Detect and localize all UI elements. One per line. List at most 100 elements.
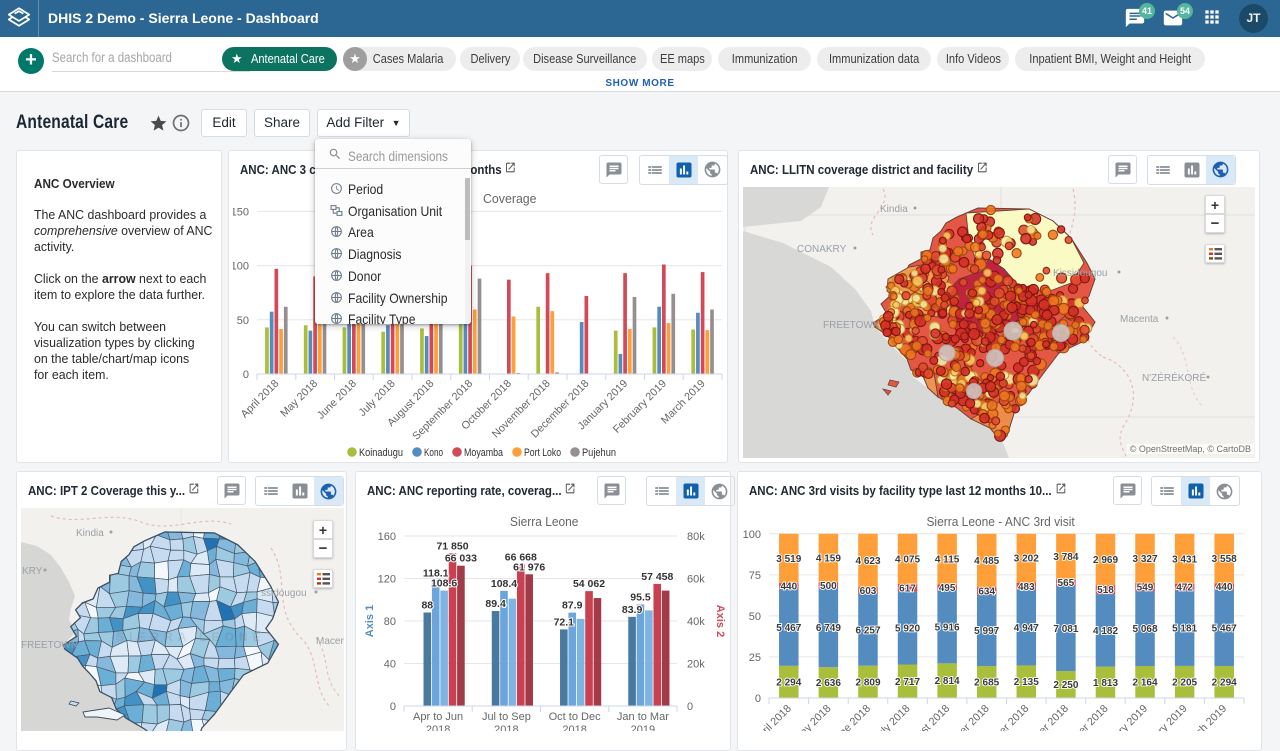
svg-text:March 2019: March 2019	[1181, 703, 1230, 731]
svg-text:July 2018: July 2018	[871, 703, 912, 731]
svg-text:5 467: 5 467	[1212, 623, 1237, 634]
svg-text:4 485: 4 485	[974, 556, 999, 567]
svg-text:72.1: 72.1	[554, 616, 575, 628]
svg-text:3 519: 3 519	[776, 554, 801, 565]
svg-text:7 081: 7 081	[1053, 624, 1078, 635]
svg-text:Apr to Jun: Apr to Jun	[413, 711, 463, 723]
svg-text:5 467: 5 467	[776, 623, 801, 634]
svg-text:FREETOWN: FREETOWN	[823, 320, 880, 331]
svg-text:89.4: 89.4	[485, 598, 506, 610]
svg-text:80: 80	[384, 616, 396, 628]
svg-text:July 2018: July 2018	[357, 377, 398, 418]
svg-text:634: 634	[978, 586, 995, 597]
svg-text:April 2018: April 2018	[751, 703, 794, 731]
svg-text:KRY: KRY	[22, 566, 43, 577]
svg-text:4 159: 4 159	[816, 554, 841, 565]
svg-text:0: 0	[755, 693, 761, 705]
svg-text:6 749: 6 749	[816, 623, 841, 634]
svg-text:80k: 80k	[687, 531, 705, 543]
svg-text:Kono: Kono	[424, 447, 443, 459]
svg-text:2 809: 2 809	[855, 677, 880, 688]
svg-text:Pujehun: Pujehun	[582, 447, 616, 459]
svg-text:57 458: 57 458	[641, 571, 673, 583]
svg-text:40k: 40k	[687, 616, 705, 628]
svg-text:50: 50	[749, 611, 761, 623]
svg-text:617: 617	[899, 583, 916, 594]
svg-text:Kindia: Kindia	[880, 204, 908, 215]
svg-text:Oct to Dec: Oct to Dec	[549, 711, 601, 723]
svg-text:472: 472	[1176, 583, 1193, 594]
svg-text:June 2018: June 2018	[315, 377, 359, 421]
svg-text:0: 0	[687, 701, 693, 713]
svg-text:2 164: 2 164	[1132, 678, 1157, 689]
svg-text:4 182: 4 182	[1093, 626, 1118, 637]
svg-text:100: 100	[233, 260, 249, 272]
svg-text:4 947: 4 947	[1014, 623, 1039, 634]
svg-text:66 033: 66 033	[445, 553, 477, 565]
svg-text:2 969: 2 969	[1093, 555, 1118, 566]
svg-text:4 075: 4 075	[895, 554, 920, 565]
svg-text:120: 120	[378, 574, 396, 586]
svg-text:2 636: 2 636	[816, 678, 841, 689]
svg-text:83.9: 83.9	[622, 604, 643, 616]
svg-text:2 135: 2 135	[1014, 677, 1039, 688]
svg-text:2 294: 2 294	[1212, 678, 1237, 689]
svg-text:August 2018: August 2018	[901, 703, 952, 731]
svg-text:June 2018: June 2018	[829, 703, 873, 731]
svg-text:2 814: 2 814	[935, 676, 960, 687]
svg-text:549: 549	[1137, 583, 1154, 594]
svg-text:0: 0	[390, 701, 396, 713]
svg-text:95.5: 95.5	[630, 592, 651, 604]
svg-text:3 558: 3 558	[1212, 554, 1237, 565]
svg-text:40: 40	[384, 659, 396, 671]
svg-text:Jul to Sep: Jul to Sep	[482, 711, 531, 723]
svg-text:88: 88	[421, 600, 433, 612]
svg-text:500: 500	[820, 581, 837, 592]
svg-text:5 916: 5 916	[935, 623, 960, 634]
svg-text:565: 565	[1058, 578, 1075, 589]
svg-text:75: 75	[749, 570, 761, 582]
svg-text:Moyamba: Moyamba	[464, 447, 503, 459]
svg-text:603: 603	[860, 586, 877, 597]
svg-text:CONAKRY: CONAKRY	[797, 244, 847, 255]
svg-text:518: 518	[1097, 585, 1114, 596]
svg-text:108.6: 108.6	[431, 578, 457, 590]
svg-text:Jan to Mar: Jan to Mar	[617, 711, 669, 723]
svg-text:4 115: 4 115	[935, 555, 960, 566]
svg-text:50: 50	[237, 314, 249, 326]
svg-text:Macent: Macent	[316, 636, 344, 647]
svg-text:4 623: 4 623	[855, 556, 880, 567]
svg-text:495: 495	[939, 583, 956, 594]
svg-text:5 181: 5 181	[1172, 624, 1197, 635]
svg-text:Kindia: Kindia	[76, 528, 104, 539]
svg-text:2 250: 2 250	[1053, 680, 1078, 691]
svg-text:Macenta: Macenta	[1120, 314, 1159, 325]
svg-text:Axis 2: Axis 2	[714, 605, 726, 637]
svg-text:20k: 20k	[687, 659, 705, 671]
svg-text:108.4: 108.4	[491, 578, 517, 590]
svg-text:April 2018: April 2018	[239, 377, 282, 420]
svg-text:2 685: 2 685	[974, 678, 999, 689]
svg-text:3 202: 3 202	[1014, 554, 1039, 565]
svg-text:May 2018: May 2018	[792, 703, 834, 731]
svg-text:SIERRA LEONE: SIERRA LEONE	[116, 630, 266, 644]
svg-text:54 062: 54 062	[573, 578, 605, 590]
svg-text:Kissidougou: Kissidougou	[1053, 268, 1107, 279]
svg-text:Koinadugu: Koinadugu	[359, 447, 403, 459]
svg-text:61 976: 61 976	[513, 561, 545, 573]
svg-text:150: 150	[233, 206, 249, 218]
svg-text:3 784: 3 784	[1053, 552, 1078, 563]
svg-text:3 327: 3 327	[1132, 554, 1157, 565]
svg-text:2 294: 2 294	[776, 677, 801, 688]
svg-text:FREETOWN: FREETOWN	[21, 640, 78, 651]
svg-text:6 257: 6 257	[855, 625, 880, 636]
svg-text:Axis 1: Axis 1	[364, 605, 376, 637]
svg-text:Port Loko: Port Loko	[524, 447, 561, 459]
svg-text:87.9: 87.9	[562, 600, 583, 612]
svg-text:5 920: 5 920	[895, 624, 920, 635]
svg-text:160: 160	[378, 531, 396, 543]
svg-text:0: 0	[243, 369, 249, 381]
svg-text:5 068: 5 068	[1132, 624, 1157, 635]
svg-text:1 813: 1 813	[1093, 678, 1118, 689]
svg-text:440: 440	[780, 582, 797, 593]
